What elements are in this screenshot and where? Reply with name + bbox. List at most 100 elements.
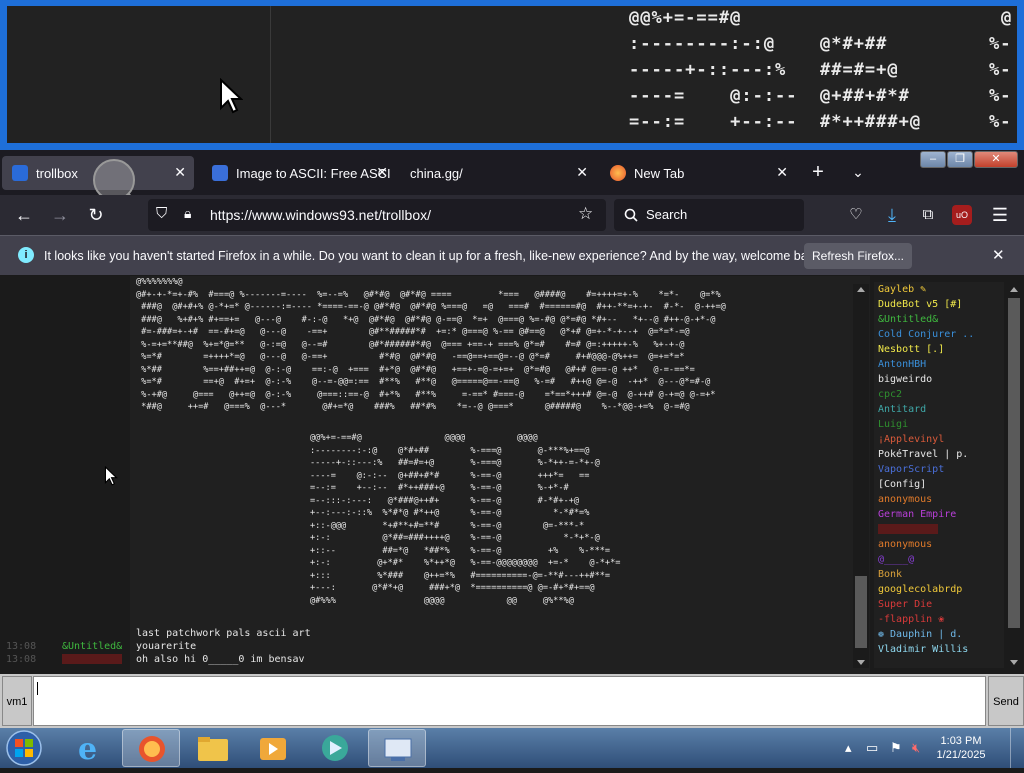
close-window-icon[interactable]: ✕ (974, 151, 1018, 168)
action-center-flag-icon[interactable]: ⚑ (890, 740, 902, 756)
volume-muted-icon[interactable]: 🔇︎ (912, 740, 920, 756)
user-list-item[interactable]: Antitard (878, 404, 926, 415)
user-list-item[interactable]: anonymous (878, 494, 932, 505)
firefox-taskbar-icon[interactable] (122, 729, 180, 767)
ublock-icon[interactable]: uO (952, 205, 972, 225)
user-list-item[interactable]: VaporScript (878, 464, 944, 475)
ascii-line: ###@ %+#+% #+==+= @---@ #-:-@ *+@ @#*#@ … (136, 314, 716, 325)
tab-new-tab[interactable]: New Tab ✕ (600, 156, 796, 190)
message-user[interactable]: &Untitled& (62, 641, 122, 652)
url-bar[interactable]: ⛉ 🔒︎ https://www.windows93.net/trollbox/… (148, 199, 606, 231)
show-desktop-button[interactable] (1010, 728, 1024, 768)
user-list-item[interactable]: Super Die (878, 599, 932, 610)
message-time: 13:08 (6, 654, 37, 665)
ascii-line: ###@ @#+#+% @-*+=* @------:=---- *====-=… (136, 302, 726, 312)
user-list-item[interactable]: Nesbott [.] (878, 344, 944, 355)
user-list-item[interactable]: Vladimir Willis (878, 644, 968, 655)
firefox-icon (610, 165, 626, 181)
ascii-line: *##@ ++=# @===% @---* @#+=*@ ###% ##*#% … (136, 402, 690, 412)
user-list-item[interactable]: Luigi (878, 419, 908, 430)
user-list-item[interactable]: Bonk (878, 569, 902, 580)
clock-time: 1:03 PM (940, 735, 982, 747)
internet-explorer-icon[interactable]: e (62, 729, 120, 767)
user-list-item[interactable]: [Config] (878, 479, 926, 490)
zoom-line-right: @ (1001, 8, 1013, 28)
extensions-icon[interactable]: ⧉ (916, 203, 940, 227)
list-tabs-chevron-icon[interactable]: ⌄ (846, 160, 870, 184)
user-list[interactable]: Gayleb ✎ DudeBot v5 [#] &Untitled& Cold Con… (874, 282, 1004, 668)
refresh-firefox-button[interactable]: Refresh Firefox... (804, 243, 912, 269)
info-icon: i (18, 247, 34, 263)
close-tab-icon[interactable]: ✕ (776, 164, 788, 181)
reload-icon[interactable]: ↻ (84, 203, 108, 227)
zoom-line-right: %- (989, 34, 1012, 54)
forward-arrow-icon[interactable]: → (48, 203, 72, 227)
app-taskbar-icon[interactable] (306, 729, 364, 767)
chat-input[interactable] (33, 676, 986, 726)
user-list-item[interactable]: anonymous (878, 539, 932, 550)
taskbar: e ▴ ▭ ⚑ 🔇︎ 1:03 PM 1/21/2025 (0, 728, 1024, 768)
network-icon[interactable]: ▭ (866, 740, 878, 756)
ascii-line: +:-: @*##=###++++@ %-==-@ *-*+*-@ (310, 533, 600, 543)
zoom-line: :--------:-:@ @*#+## (629, 34, 888, 54)
search-box[interactable]: Search (614, 199, 804, 231)
user-list-item[interactable]: Gayleb ✎ (878, 284, 926, 295)
media-player-icon[interactable] (244, 729, 302, 767)
ascii-art-top: @%%%%%%%@ @#+-+-*=+-#% #===@ %-------=---… (136, 276, 726, 414)
window-taskbar-icon[interactable] (368, 729, 426, 767)
show-hidden-icons-icon[interactable]: ▴ (845, 740, 852, 756)
user-list-item[interactable]: &Untitled& (878, 314, 938, 325)
notification-bar: i It looks like you haven't started Fire… (0, 235, 1024, 275)
user-list-item[interactable]: ❁ Dauphin | d. (878, 629, 962, 640)
taskbar-clock[interactable]: 1:03 PM 1/21/2025 (930, 734, 992, 762)
minimize-icon[interactable]: ‒ (920, 151, 946, 168)
page-favicon-icon (212, 165, 228, 181)
tab-image-to-ascii[interactable]: Image to ASCII: Free ASCI ✕ (202, 156, 396, 190)
lock-icon[interactable]: 🔒︎ (184, 205, 191, 222)
tab-label: trollbox (36, 165, 78, 181)
close-tab-icon[interactable]: ✕ (174, 164, 186, 181)
user-list-item[interactable]: bigweirdo (878, 374, 932, 385)
ascii-line: +::-@@@ *+#**+#=**# %-==-@ @=-***-* (310, 520, 585, 531)
clock-date: 1/21/2025 (936, 749, 986, 761)
maximize-icon[interactable]: ❐ (947, 151, 973, 168)
user-list-item[interactable]: cpc2 (878, 389, 902, 400)
userlist-scrollbar[interactable] (1006, 284, 1022, 668)
start-button-icon[interactable] (4, 729, 44, 767)
bookmark-star-icon[interactable]: ☆ (578, 204, 593, 224)
close-notification-icon[interactable]: ✕ (992, 246, 1005, 264)
ascii-line: %-=+=**##@ %+=*@=** @-:=@ @--=# @#*#####… (136, 339, 685, 350)
send-button[interactable]: Send (988, 676, 1024, 726)
user-list-item[interactable]: AntonHBH (878, 359, 926, 370)
user-list-item[interactable]: -flapplin ❀ (878, 614, 944, 625)
url-text[interactable]: https://www.windows93.net/trollbox/ (210, 207, 431, 223)
chat-log[interactable]: @%%%%%%%@ @#+-+-*=+-#% #===@ %-------=---… (0, 276, 870, 674)
close-tab-icon[interactable]: ✕ (376, 164, 388, 181)
zoom-line: =--:= +--:-- #*++###+@ (629, 112, 922, 132)
channel-button[interactable]: vm1 (2, 676, 32, 726)
user-list-item[interactable]: @____@ (878, 554, 914, 565)
user-list-item[interactable]: Cold Conjurer .. (878, 329, 974, 340)
explorer-folder-icon[interactable] (184, 729, 242, 767)
ascii-art-middle: @@%+=-==#@ @@@@ @@@@:--------:-:@ @*#+##… (310, 432, 620, 607)
user-list-item[interactable] (878, 524, 938, 534)
text-caret (37, 682, 38, 695)
tab-china-gg[interactable]: china.gg/ ✕ (400, 156, 596, 190)
user-list-item[interactable]: DudeBot v5 [#] (878, 299, 962, 310)
pocket-icon[interactable]: ♡ (844, 203, 868, 227)
ascii-line: =--:= +--:-- #*++###+@ %-==-@ %-+*-# (310, 483, 569, 493)
message-user-hidden[interactable] (62, 654, 122, 664)
user-list-item[interactable]: PokéTravel | p. (878, 449, 968, 460)
close-tab-icon[interactable]: ✕ (576, 164, 588, 181)
back-arrow-icon[interactable]: ← (12, 203, 36, 227)
user-list-item[interactable]: googlecolabrdp (878, 584, 962, 595)
chat-scrollbar[interactable] (853, 284, 869, 668)
downloads-icon[interactable]: ⤓ (880, 203, 904, 227)
new-tab-plus-icon[interactable]: + (806, 160, 830, 184)
shield-icon[interactable]: ⛉ (156, 205, 167, 222)
menu-hamburger-icon[interactable]: ☰ (988, 203, 1012, 227)
user-list-item[interactable]: ¡Applevinyl (878, 434, 944, 445)
message-time: 13:08 (6, 641, 37, 652)
tab-label: china.gg/ (410, 165, 463, 181)
user-list-item[interactable]: German Empire (878, 509, 956, 520)
